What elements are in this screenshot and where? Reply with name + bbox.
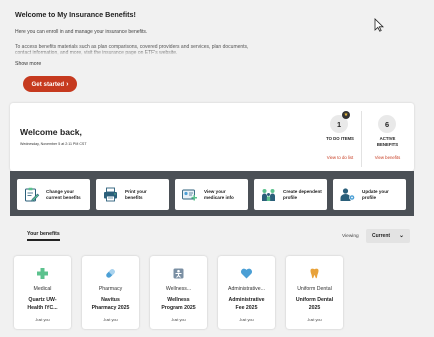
intro-section: Welcome to My Insurance Benefits! Here y… [0, 0, 434, 100]
action-label-line: profile [283, 194, 298, 200]
action-label-line: Create dependent [283, 188, 322, 194]
benefit-name: Quartz UW- Health IYC... [16, 296, 69, 312]
benefit-name: Navitus Pharmacy 2025 [84, 296, 137, 312]
get-started-button[interactable]: Get started › [23, 76, 77, 92]
heart-icon [240, 268, 253, 279]
family-icon [262, 189, 275, 201]
action-label-line: medicare info [204, 194, 234, 200]
view-medicare-button[interactable]: View your medicare info [175, 179, 248, 210]
benefit-name-line: Pharmacy 2025 [91, 305, 130, 311]
intro-paragraph: Here you can enroll in and manage your i… [15, 29, 148, 35]
update-profile-button[interactable]: Update your profile [333, 179, 406, 210]
viewing-selected-value: Current [372, 233, 391, 239]
benefit-card-administrative[interactable]: Administrative... Administrative Fee 202… [218, 256, 275, 329]
benefit-category: Administrative... [228, 286, 265, 292]
chevron-down-icon: ⌄ [398, 233, 404, 239]
benefit-name-line: Wellness [167, 297, 190, 303]
benefit-name-line: Navitus [101, 297, 120, 303]
create-dependent-button[interactable]: Create dependent profile [254, 179, 327, 210]
quick-actions-band: Change your current benefits Print your … [10, 171, 414, 216]
benefit-coverage: Just you [35, 318, 50, 322]
benefit-name-line: Health IYC... [27, 305, 58, 311]
benefit-name-line: Program 2025 [161, 305, 196, 311]
user-settings-icon [340, 188, 355, 201]
benefit-name-line: Uniform Dental [295, 297, 334, 303]
welcome-card: Welcome back, Wednesday, November 5 at 2… [10, 103, 414, 171]
active-label-line2: BENEFITS [376, 142, 399, 147]
benefit-category: Wellness... [165, 286, 192, 292]
todo-label: TO DO ITEMS [326, 136, 354, 141]
change-benefits-button[interactable]: Change your current benefits [17, 179, 90, 210]
action-label-line: current benefits [46, 194, 81, 200]
intro-paragraph-truncated: To access benefits materials such as pla… [15, 44, 255, 56]
benefit-category: Medical [33, 286, 52, 292]
tab-active-indicator [27, 239, 60, 241]
view-todo-link[interactable]: View to do list [314, 155, 366, 160]
benefit-coverage: Just you [307, 318, 322, 322]
viewing-label: Viewing [342, 234, 359, 239]
pill-icon [106, 269, 115, 278]
star-icon: ★ [342, 111, 350, 119]
active-count: 6 [378, 115, 396, 133]
view-benefits-link[interactable]: View benefits [362, 155, 413, 160]
action-label-line: Update your [362, 188, 389, 194]
welcome-date: Wednesday, November 5 at 2:11 PM CST [20, 142, 87, 146]
benefit-name-line: Quartz UW- [28, 297, 57, 303]
wellness-icon [173, 268, 184, 279]
medicare-card-icon [182, 189, 197, 201]
medical-cross-icon [37, 268, 48, 279]
tab-your-benefits[interactable]: Your benefits [27, 231, 60, 237]
benefit-name: Wellness Program 2025 [152, 296, 205, 312]
print-benefits-button[interactable]: Print your benefits [96, 179, 169, 210]
action-label: Print your benefits [125, 189, 147, 200]
action-label-line: benefits [125, 194, 143, 200]
benefit-coverage: Just you [239, 318, 254, 322]
tooth-icon [310, 268, 319, 279]
mouse-cursor-icon [374, 18, 384, 32]
benefit-coverage: Just you [103, 318, 118, 322]
action-label: Change your current benefits [46, 189, 81, 200]
benefit-name: Uniform Dental 2025 [288, 296, 341, 312]
viewing-select[interactable]: Current ⌄ [366, 229, 410, 243]
benefit-name-line: Administrative [228, 297, 265, 303]
action-label: Update your profile [362, 189, 389, 200]
benefit-category: Uniform Dental [297, 286, 332, 292]
active-benefits-stat: 6 ACTIVE BENEFITS View benefits [361, 111, 413, 167]
benefit-name-line: Fee 2025 [235, 305, 258, 311]
action-label-line: Print your [125, 188, 147, 194]
todo-stat: 1 ★ TO DO ITEMS View to do list [314, 111, 366, 167]
active-label: ACTIVE BENEFITS [362, 136, 413, 148]
chevron-right-icon: › [66, 80, 69, 88]
benefit-coverage: Just you [171, 318, 186, 322]
action-label-line: profile [362, 194, 377, 200]
benefit-name: Administrative Fee 2025 [220, 296, 273, 312]
welcome-title: Welcome back, [20, 127, 82, 137]
clipboard-edit-icon [25, 187, 40, 202]
benefit-category: Pharmacy [98, 286, 123, 292]
benefit-card-dental[interactable]: Uniform Dental Uniform Dental 2025 Just … [286, 256, 343, 329]
get-started-label: Get started [31, 80, 65, 88]
action-label: Create dependent profile [283, 189, 322, 200]
benefit-name-line: 2025 [308, 305, 321, 311]
action-label: View your medicare info [204, 189, 234, 200]
benefit-card-wellness[interactable]: Wellness... Wellness Program 2025 Just y… [150, 256, 207, 329]
show-more-link[interactable]: Show more [15, 61, 41, 67]
benefit-card-medical[interactable]: Medical Quartz UW- Health IYC... Just yo… [14, 256, 71, 329]
printer-icon [104, 187, 117, 202]
intro-title: Welcome to My Insurance Benefits! [15, 10, 136, 19]
benefit-card-pharmacy[interactable]: Pharmacy Navitus Pharmacy 2025 Just you [82, 256, 139, 329]
